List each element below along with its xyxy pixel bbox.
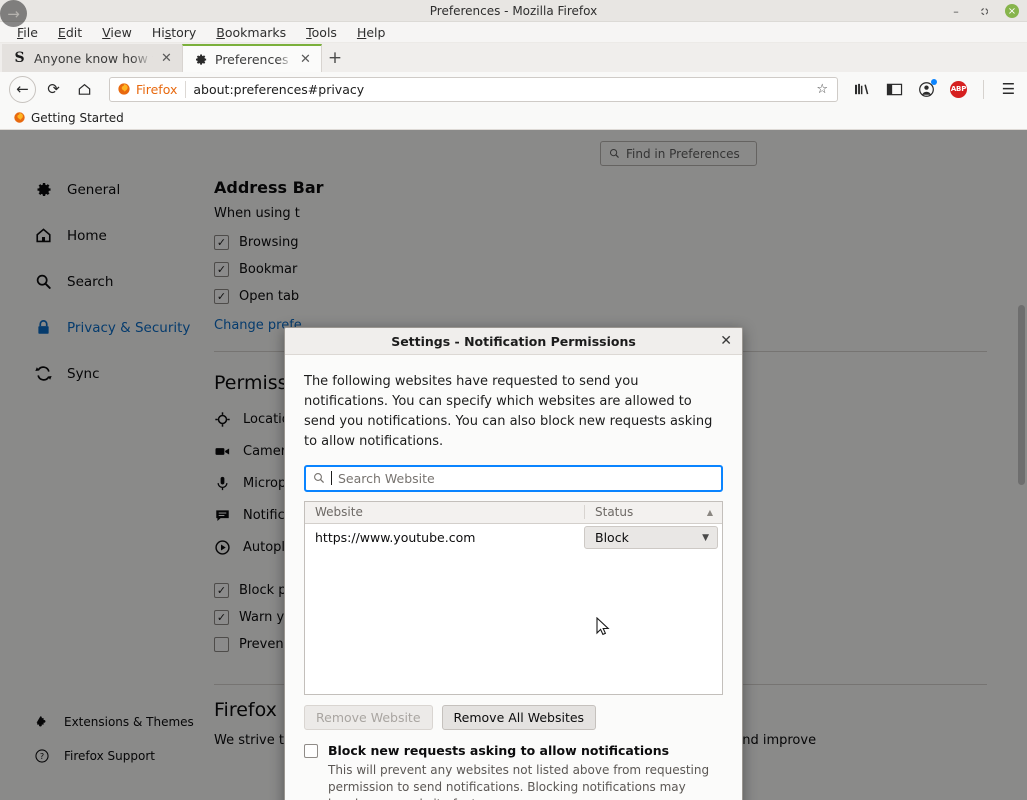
table-row[interactable]: https://www.youtube.com Block ▼ <box>305 524 722 552</box>
gear-favicon <box>193 52 208 67</box>
dialog-description: The following websites have requested to… <box>304 374 713 450</box>
dialog-header: Settings - Notification Permissions ✕ <box>285 328 742 355</box>
dialog-title: Settings - Notification Permissions <box>391 333 636 349</box>
tab-preferences[interactable]: Preferences ✕ <box>182 44 322 72</box>
firefox-icon <box>14 112 25 123</box>
stackoverflow-favicon: S <box>14 50 25 66</box>
cell-status[interactable]: Block ▼ <box>584 526 718 550</box>
close-window-button[interactable]: × <box>1005 4 1019 18</box>
block-new-requests-row[interactable]: Block new requests asking to allow notif… <box>304 743 723 800</box>
table-header: Website Status ▲ <box>305 501 722 524</box>
notification-permissions-dialog: Settings - Notification Permissions ✕ Th… <box>284 327 743 800</box>
table-action-buttons: Remove Website Remove All Websites <box>304 704 723 730</box>
menu-history[interactable]: History <box>143 23 205 42</box>
search-placeholder: Search Website <box>338 470 435 486</box>
window-titlebar: Preferences - Mozilla Firefox – × <box>0 0 1027 22</box>
menu-bar: FFileile Edit View History Bookmarks Too… <box>0 22 1027 43</box>
menu-edit[interactable]: Edit <box>49 23 91 42</box>
url-bar[interactable]: Firefox about:preferences#privacy ☆ <box>109 76 838 102</box>
remove-all-websites-button[interactable]: Remove All Websites <box>441 704 597 730</box>
button-label: Remove Website <box>316 709 421 725</box>
minimize-button[interactable]: – <box>949 4 963 18</box>
menu-tools[interactable]: Tools <box>297 23 346 42</box>
firefox-window: Preferences - Mozilla Firefox – × FFilei… <box>0 0 1027 800</box>
block-new-requests-label: Block new requests asking to allow notif… <box>328 742 670 758</box>
url-text[interactable]: about:preferences#privacy <box>193 82 809 97</box>
adblock-plus-icon[interactable]: ABP <box>949 80 968 99</box>
sidebar-toggle-icon[interactable] <box>885 80 904 99</box>
bookmarks-toolbar: Getting Started <box>0 106 1027 130</box>
remove-website-button[interactable]: Remove Website <box>304 704 433 730</box>
new-tab-button[interactable]: + <box>322 44 348 72</box>
close-icon[interactable]: ✕ <box>160 51 173 66</box>
tab-stackoverflow[interactable]: S Anyone know how to block ✕ <box>2 44 182 72</box>
close-icon[interactable]: ✕ <box>720 333 732 349</box>
identity-box[interactable]: Firefox <box>117 80 187 98</box>
hamburger-menu-icon[interactable]: ☰ <box>999 80 1018 99</box>
home-icon[interactable] <box>71 76 98 103</box>
bookmark-label: Getting Started <box>31 110 124 125</box>
block-new-requests-description: This will prevent any websites not liste… <box>328 762 710 800</box>
chevron-down-icon: ▼ <box>702 532 709 543</box>
button-label: Remove All Websites <box>453 709 585 725</box>
status-dropdown[interactable]: Block ▼ <box>584 526 718 550</box>
toolbar-icons: ABP ☰ <box>849 78 1018 99</box>
mouse-cursor <box>596 616 610 641</box>
preferences-content: General Home Search Privacy & Security S… <box>0 130 1027 800</box>
tab-label: Preferences <box>215 51 289 67</box>
maximize-button[interactable] <box>977 4 991 18</box>
dialog-body: The following websites have requested to… <box>285 355 742 800</box>
page-scrollbar[interactable] <box>1018 305 1025 485</box>
search-icon <box>314 473 325 484</box>
navigation-toolbar: ← → ⟳ Firefox about:preferences#privacy … <box>0 0 1027 106</box>
window-title: Preferences - Mozilla Firefox <box>429 3 598 18</box>
back-icon[interactable]: ← <box>9 75 36 103</box>
checkbox-icon[interactable] <box>304 743 318 758</box>
cell-website: https://www.youtube.com <box>315 530 476 546</box>
window-controls: – × <box>949 0 1019 22</box>
reload-icon[interactable]: ⟳ <box>40 76 67 103</box>
account-icon[interactable] <box>917 78 937 99</box>
permissions-table: Website Status ▲ https://www.youtube.com… <box>304 500 723 695</box>
firefox-icon <box>118 83 130 95</box>
menu-view[interactable]: View <box>93 23 141 42</box>
search-website-input[interactable]: Search Website <box>304 464 723 492</box>
status-value: Block <box>595 530 629 546</box>
bookmark-star-icon[interactable]: ☆ <box>816 82 830 97</box>
menu-bookmarks[interactable]: Bookmarks <box>207 23 295 42</box>
forward-icon[interactable]: → <box>0 0 27 27</box>
account-badge-dot <box>931 78 937 85</box>
bookmark-getting-started[interactable]: Getting Started <box>9 109 128 127</box>
close-icon[interactable]: ✕ <box>299 52 312 67</box>
column-label: Status <box>595 505 634 520</box>
tab-label: Anyone know how to block <box>34 50 153 66</box>
toolbar-divider <box>983 79 984 99</box>
menu-help[interactable]: Help <box>348 23 395 42</box>
library-icon[interactable] <box>853 80 872 99</box>
identity-label: Firefox <box>136 81 178 97</box>
tab-strip: S Anyone know how to block ✕ Preferences… <box>0 43 1027 72</box>
column-header-status[interactable]: Status ▲ <box>584 505 722 520</box>
sort-ascending-icon: ▲ <box>706 507 713 517</box>
table-body: https://www.youtube.com Block ▼ <box>305 524 722 694</box>
text-caret <box>331 471 332 486</box>
column-header-website[interactable]: Website <box>305 505 584 519</box>
